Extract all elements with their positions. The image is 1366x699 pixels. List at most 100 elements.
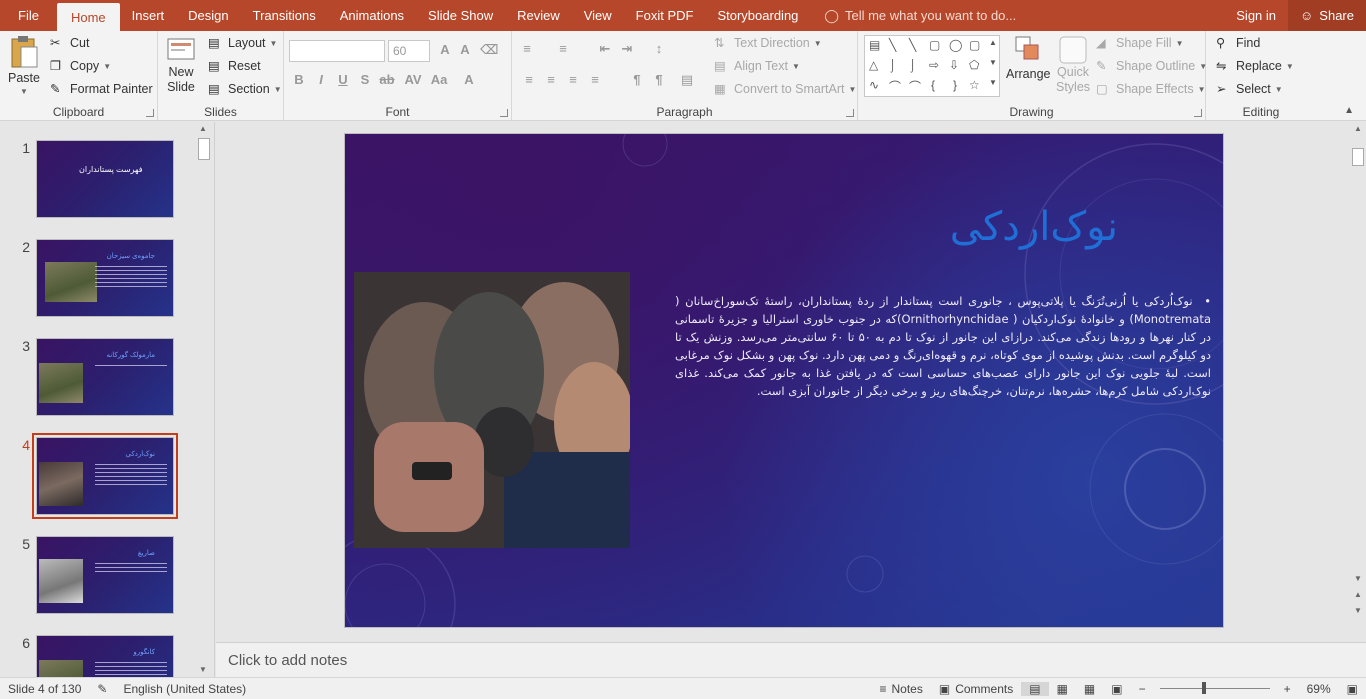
tab-storyboarding[interactable]: Storyboarding: [705, 0, 810, 31]
gallery-more-icon[interactable]: ▼: [989, 78, 997, 87]
language-indicator[interactable]: English (United States): [115, 682, 254, 696]
shape-effects-button[interactable]: ▢ Shape Effects ▼: [1096, 81, 1206, 97]
connector-shape-icon[interactable]: ⌡: [909, 58, 916, 72]
new-slide-button[interactable]: New Slide: [166, 35, 196, 95]
arc-shape-icon[interactable]: ⌒: [889, 78, 901, 95]
previous-slide-icon[interactable]: ▲: [1351, 588, 1365, 602]
convert-smartart-button[interactable]: ▦ Convert to SmartArt ▼: [714, 81, 856, 97]
decrease-indent-icon[interactable]: ⇤: [596, 41, 614, 59]
rtl-icon[interactable]: ¶: [650, 72, 668, 90]
oval-shape-icon[interactable]: ◯: [949, 38, 962, 52]
font-launcher-icon[interactable]: [500, 109, 508, 117]
align-text-button[interactable]: ▤ Align Text ▼: [714, 58, 800, 74]
zoom-out-icon[interactable]: −: [1131, 682, 1154, 696]
character-spacing-icon[interactable]: AV: [404, 72, 422, 90]
down-arrow-shape-icon[interactable]: ⇩: [949, 58, 959, 72]
left-brace-shape-icon[interactable]: {: [931, 78, 935, 92]
reset-button[interactable]: ▤ Reset: [208, 58, 261, 74]
text-direction-button[interactable]: ⇅ Text Direction ▼: [714, 35, 822, 51]
scroll-up-icon[interactable]: ▲: [196, 122, 210, 136]
slide-thumbnail-5[interactable]: 5 صاریغ: [0, 536, 196, 618]
align-left-icon[interactable]: ≡: [520, 72, 538, 90]
ltr-icon[interactable]: ¶: [628, 72, 646, 90]
gallery-up-icon[interactable]: ▲: [989, 38, 997, 47]
scrollbar-thumb[interactable]: [1352, 148, 1364, 166]
star-shape-icon[interactable]: ☆: [969, 78, 980, 92]
bold-icon[interactable]: B: [290, 72, 308, 90]
bullets-icon[interactable]: ≡: [518, 41, 536, 59]
tab-slide-show[interactable]: Slide Show: [416, 0, 505, 31]
numbering-icon[interactable]: ≡: [554, 41, 572, 59]
zoom-slider-knob[interactable]: [1201, 682, 1206, 694]
font-size-combo[interactable]: 60: [388, 40, 430, 62]
replace-button[interactable]: ⇋ Replace ▼: [1216, 58, 1294, 74]
zoom-slider[interactable]: [1159, 682, 1270, 694]
clear-formatting-icon[interactable]: ⌫: [480, 42, 498, 60]
increase-indent-icon[interactable]: ⇥: [618, 41, 636, 59]
line-shape-icon[interactable]: ╲: [909, 38, 916, 52]
align-right-icon[interactable]: ≡: [564, 72, 582, 90]
font-name-combo[interactable]: [289, 40, 385, 62]
fit-slide-icon[interactable]: ▣: [1339, 682, 1366, 696]
shapes-gallery[interactable]: ▤ ╲ ╲ ▢ ◯ ▢ △ ⌡ ⌡ ⇨ ⇩ ⬠ ∿ ⌒ ⌒ { } ☆ ▲ ▼ …: [864, 35, 1000, 97]
textbox-shape-icon[interactable]: ▤: [869, 38, 880, 52]
scroll-up-icon[interactable]: ▲: [1351, 122, 1365, 136]
slide-thumbnail-3[interactable]: 3 مارمولک گورکانه: [0, 338, 196, 420]
platypus-photo[interactable]: [354, 272, 630, 548]
paragraph-launcher-icon[interactable]: [846, 109, 854, 117]
format-painter-button[interactable]: ✎ Format Painter: [50, 81, 153, 97]
font-color-icon[interactable]: A: [460, 72, 478, 90]
align-center-icon[interactable]: ≡: [542, 72, 560, 90]
tab-foxit-pdf[interactable]: Foxit PDF: [624, 0, 706, 31]
spellcheck-icon[interactable]: ✎: [89, 682, 115, 696]
underline-icon[interactable]: U: [334, 72, 352, 90]
line-spacing-icon[interactable]: ↕: [650, 41, 668, 59]
comments-button[interactable]: ▣ Comments: [931, 682, 1021, 696]
find-button[interactable]: ⚲ Find: [1216, 35, 1260, 51]
normal-view-icon[interactable]: ▤: [1021, 681, 1049, 696]
tab-file[interactable]: File: [0, 0, 57, 31]
justify-icon[interactable]: ≡: [586, 72, 604, 90]
tab-home[interactable]: Home: [56, 3, 120, 31]
line-shape-icon[interactable]: ╲: [889, 38, 896, 52]
connector-shape-icon[interactable]: ⌡: [889, 58, 896, 72]
slide-thumbnail-1[interactable]: 1 فهرست پستانداران: [0, 140, 196, 222]
sign-in-link[interactable]: Sign in: [1224, 8, 1288, 23]
curve-shape-icon[interactable]: ∿: [869, 78, 879, 92]
slide-thumbnail-6[interactable]: 6 کانگورو: [0, 635, 196, 677]
paste-button[interactable]: Paste ▼: [8, 35, 40, 96]
drawing-launcher-icon[interactable]: [1194, 109, 1202, 117]
shape-outline-button[interactable]: ✎ Shape Outline ▼: [1096, 58, 1207, 74]
scroll-down-icon[interactable]: ▼: [196, 663, 210, 677]
tab-insert[interactable]: Insert: [120, 0, 177, 31]
slideshow-view-icon[interactable]: ▣: [1103, 682, 1130, 696]
slide-thumbnail-2[interactable]: 2 جاموه‌ی سیزحان: [0, 239, 196, 321]
zoom-in-icon[interactable]: +: [1276, 682, 1299, 696]
tab-transitions[interactable]: Transitions: [241, 0, 328, 31]
slide-body-text[interactable]: • نوک‌اُردکی یا اُرنی‌تُرَنگ یا پلاتی‌پو…: [675, 292, 1211, 400]
tab-design[interactable]: Design: [176, 0, 240, 31]
tab-animations[interactable]: Animations: [328, 0, 416, 31]
right-arrow-shape-icon[interactable]: ⇨: [929, 58, 939, 72]
tell-me-box[interactable]: ◯ Tell me what you want to do...: [810, 0, 1016, 31]
zoom-level[interactable]: 69%: [1299, 682, 1339, 696]
rounded-rect-shape-icon[interactable]: ▢: [969, 38, 980, 52]
gallery-down-icon[interactable]: ▼: [989, 58, 997, 67]
copy-button[interactable]: ❐ Copy ▼: [50, 58, 111, 74]
tab-review[interactable]: Review: [505, 0, 572, 31]
columns-icon[interactable]: ▤: [678, 72, 696, 90]
editor-scrollbar[interactable]: ▲ ▼ ▲ ▼: [1351, 122, 1365, 622]
arrange-button[interactable]: Arrange: [1006, 35, 1050, 81]
shadow-icon[interactable]: S: [356, 72, 374, 90]
collapse-ribbon-icon[interactable]: ▲: [1344, 105, 1354, 116]
section-button[interactable]: ▤ Section ▼: [208, 81, 282, 97]
right-brace-shape-icon[interactable]: }: [953, 78, 957, 92]
layout-button[interactable]: ▤ Layout ▼: [208, 35, 277, 51]
share-button[interactable]: ☺ Share: [1288, 0, 1366, 31]
slide-thumbnail-4[interactable]: 4 نوک‌اردکی: [0, 433, 196, 519]
shrink-font-icon[interactable]: A: [456, 42, 474, 60]
reading-view-icon[interactable]: ▦: [1076, 682, 1103, 696]
change-case-icon[interactable]: Aa: [430, 72, 448, 90]
notes-button[interactable]: ≡ Notes: [871, 682, 930, 696]
quick-styles-button[interactable]: Quick Styles: [1056, 35, 1090, 95]
